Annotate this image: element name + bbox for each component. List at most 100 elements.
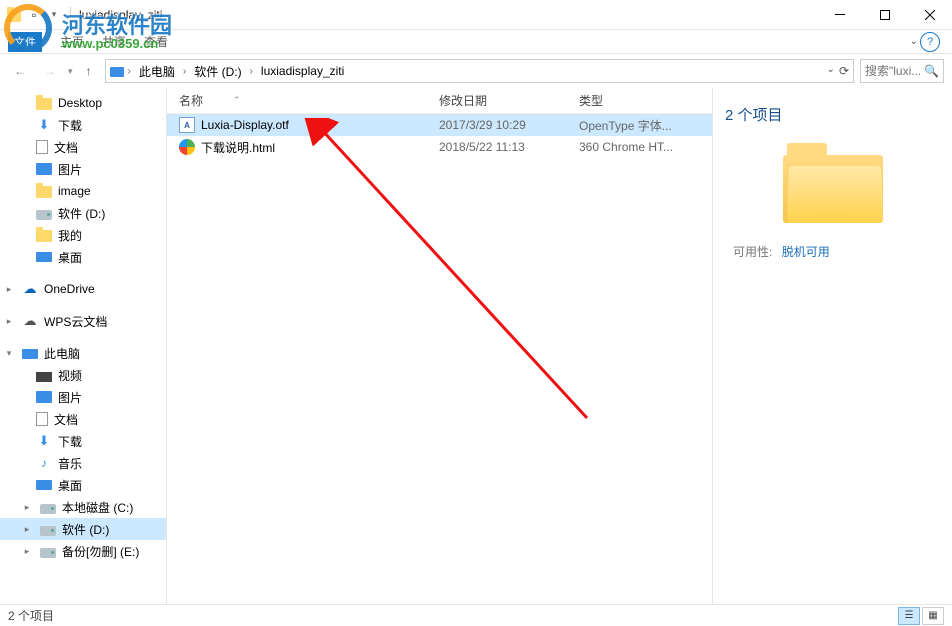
desktop-icon <box>36 480 52 490</box>
video-icon <box>36 372 52 382</box>
sidebar-item-music[interactable]: ♪音乐 <box>0 452 166 474</box>
sidebar-item-documents[interactable]: 文档 <box>0 136 166 158</box>
search-icon[interactable]: 🔍 <box>924 64 939 78</box>
status-count: 2 个项目 <box>8 607 54 624</box>
desktop-icon <box>36 252 52 262</box>
minimize-button[interactable] <box>817 0 862 30</box>
tree-label: 我的 <box>58 227 82 244</box>
pc-icon <box>22 349 38 359</box>
sidebar-item-pictures[interactable]: 图片 <box>0 158 166 180</box>
navigation-tree[interactable]: Desktop ⬇下载 文档 图片 image 软件 (D:) 我的 桌面 ▸☁… <box>0 88 167 604</box>
help-icon[interactable]: ? <box>920 32 940 52</box>
drive-icon <box>40 504 56 514</box>
sidebar-item-localdisk[interactable]: ▸本地磁盘 (C:) <box>0 496 166 518</box>
tree-label: 此电脑 <box>44 345 80 362</box>
html-file-icon <box>179 139 195 155</box>
drive-icon <box>36 210 52 220</box>
maximize-button[interactable] <box>862 0 907 30</box>
tab-home[interactable]: 主页 <box>60 33 84 50</box>
folder-icon <box>36 186 52 198</box>
file-date: 2017/3/29 10:29 <box>427 118 567 132</box>
statusbar: 2 个项目 ☰ ▦ <box>0 604 952 626</box>
tree-label: 文档 <box>54 139 78 156</box>
sidebar-item-thispc[interactable]: ▾ 此电脑 <box>0 342 166 364</box>
search-input[interactable] <box>865 64 920 78</box>
breadcrumb-dropdown-icon[interactable]: ⌄ <box>827 64 835 78</box>
ribbon: 文件 主页 共享 查看 ? ⌄ <box>0 30 952 54</box>
addressbar: ← → ▾ ↑ › 此电脑 › 软件 (D:) › luxiadisplay_z… <box>0 54 952 88</box>
sidebar-item-image[interactable]: image <box>0 180 166 202</box>
chevron-right-icon[interactable]: › <box>248 66 255 77</box>
tab-share[interactable]: 共享 <box>102 33 126 50</box>
breadcrumb-drive[interactable]: 软件 (D:) <box>190 63 245 80</box>
document-icon <box>36 412 48 426</box>
expand-icon[interactable]: ▸ <box>22 546 32 557</box>
expand-icon[interactable]: ▸ <box>22 502 32 513</box>
folder-icon <box>36 230 52 242</box>
tree-label: 桌面 <box>58 477 82 494</box>
breadcrumb[interactable]: › 此电脑 › 软件 (D:) › luxiadisplay_ziti ⌄ ⟳ <box>105 59 854 83</box>
search-box[interactable]: 🔍 <box>860 59 944 83</box>
document-icon <box>36 140 48 154</box>
column-date[interactable]: 修改日期 <box>427 92 567 109</box>
pc-icon <box>110 67 124 77</box>
sidebar-item-documents2[interactable]: 文档 <box>0 408 166 430</box>
collapse-icon[interactable]: ▾ <box>4 348 14 359</box>
sidebar-item-desktop[interactable]: Desktop <box>0 92 166 114</box>
tree-label: 下载 <box>58 433 82 450</box>
item-count: 2 个项目 <box>725 104 940 125</box>
folder-icon <box>6 7 22 23</box>
annotation-arrow <box>297 118 627 438</box>
back-button[interactable]: ← <box>8 59 32 83</box>
breadcrumb-folder[interactable]: luxiadisplay_ziti <box>257 64 348 78</box>
tab-view[interactable]: 查看 <box>144 33 168 50</box>
file-list[interactable]: 名称⌃ 修改日期 类型 ALuxia-Display.otf 2017/3/29… <box>167 88 712 604</box>
tree-label: 音乐 <box>58 455 82 472</box>
ribbon-expand-icon[interactable]: ⌄ <box>910 36 918 47</box>
sidebar-item-downloads2[interactable]: ⬇下载 <box>0 430 166 452</box>
file-menu[interactable]: 文件 <box>8 32 42 52</box>
pictures-icon <box>36 163 52 175</box>
sidebar-item-desktop2[interactable]: 桌面 <box>0 246 166 268</box>
expand-icon[interactable]: ▸ <box>22 524 32 535</box>
column-type[interactable]: 类型 <box>567 92 687 109</box>
sidebar-item-wps[interactable]: ▸☁WPS云文档 <box>0 310 166 332</box>
details-view-button[interactable]: ☰ <box>898 607 920 625</box>
file-row[interactable]: ALuxia-Display.otf 2017/3/29 10:29 OpenT… <box>167 114 712 136</box>
file-name: 下载说明.html <box>201 139 275 156</box>
sidebar-item-downloads[interactable]: ⬇下载 <box>0 114 166 136</box>
sidebar-item-desktop3[interactable]: 桌面 <box>0 474 166 496</box>
tree-label: WPS云文档 <box>44 313 107 330</box>
column-name[interactable]: 名称⌃ <box>167 92 427 109</box>
breadcrumb-root[interactable]: 此电脑 <box>135 63 179 80</box>
chevron-right-icon[interactable]: › <box>181 66 188 77</box>
sidebar-item-video[interactable]: 视频 <box>0 364 166 386</box>
pictures-icon <box>36 391 52 403</box>
expand-icon[interactable]: ▸ <box>4 316 14 327</box>
titlebar: ▫ ▾ luxiadisplay_ziti <box>0 0 952 30</box>
sidebar-item-backup[interactable]: ▸备份[勿删] (E:) <box>0 540 166 562</box>
file-row[interactable]: 下载说明.html 2018/5/22 11:13 360 Chrome HT.… <box>167 136 712 158</box>
tree-label: 文档 <box>54 411 78 428</box>
sidebar-item-software-d2[interactable]: ▸软件 (D:) <box>0 518 166 540</box>
close-button[interactable] <box>907 0 952 30</box>
expand-icon[interactable]: ▸ <box>4 284 14 295</box>
chevron-right-icon[interactable]: › <box>126 66 133 77</box>
availability: 可用性: 脱机可用 <box>725 243 940 260</box>
availability-value: 脱机可用 <box>782 245 830 259</box>
folder-large-icon <box>783 143 883 223</box>
up-button[interactable]: ↑ <box>79 61 99 81</box>
file-date: 2018/5/22 11:13 <box>427 140 567 154</box>
sidebar-item-my[interactable]: 我的 <box>0 224 166 246</box>
history-dropdown-icon[interactable]: ▾ <box>68 66 73 77</box>
sidebar-item-pictures2[interactable]: 图片 <box>0 386 166 408</box>
sidebar-item-onedrive[interactable]: ▸☁OneDrive <box>0 278 166 300</box>
forward-button[interactable]: → <box>38 59 62 83</box>
sidebar-item-software-d[interactable]: 软件 (D:) <box>0 202 166 224</box>
qat-dropdown-icon[interactable]: ▾ <box>46 7 62 23</box>
icons-view-button[interactable]: ▦ <box>922 607 944 625</box>
file-type: OpenType 字体... <box>567 117 687 134</box>
refresh-icon[interactable]: ⟳ <box>839 64 849 78</box>
availability-label: 可用性: <box>733 245 772 259</box>
properties-icon[interactable]: ▫ <box>26 7 42 23</box>
